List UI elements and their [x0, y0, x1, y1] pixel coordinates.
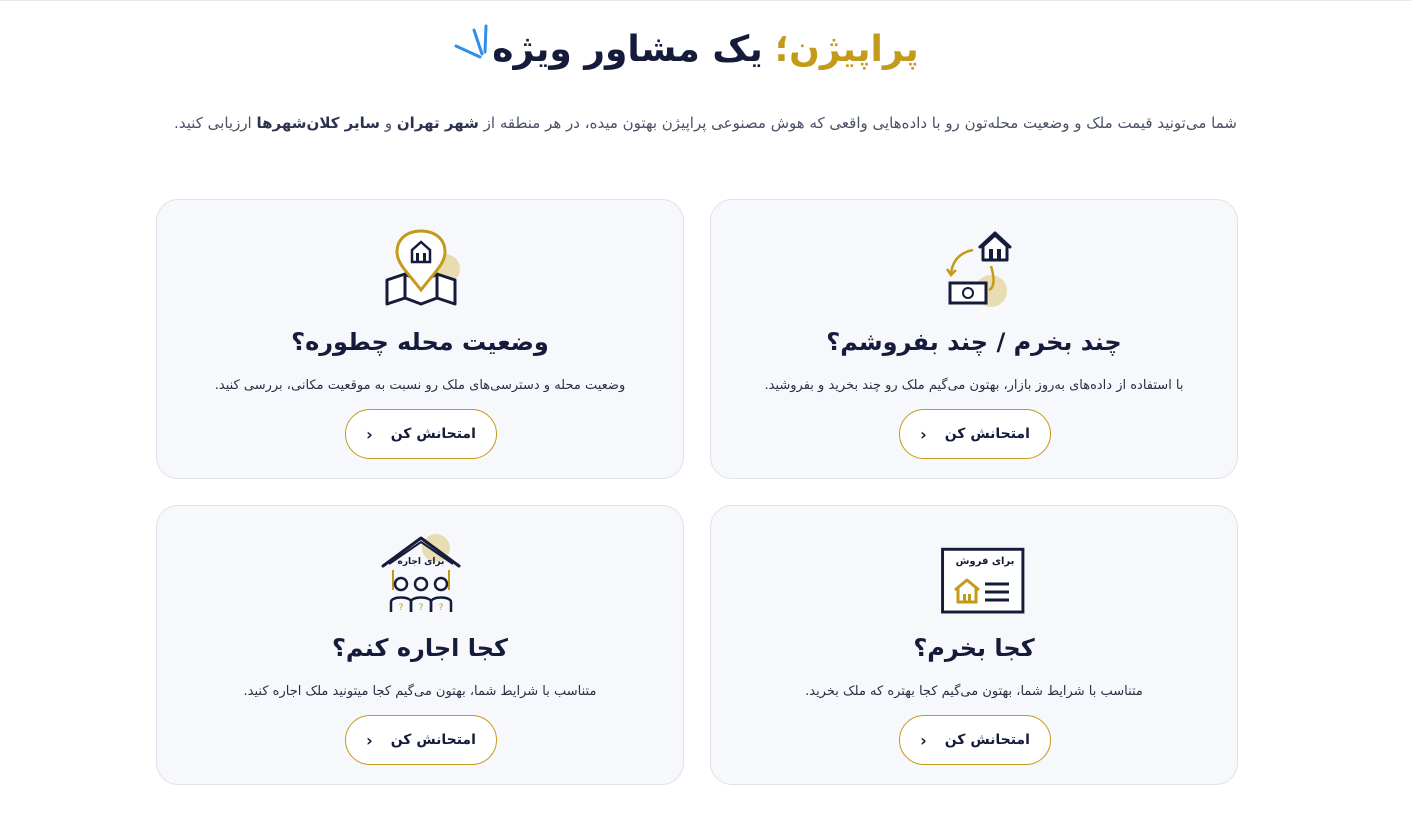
card-description: متناسب با شرایط شما، بهتون می‌گیم کجا می… — [243, 684, 597, 699]
for-rent-text: برای اجاره — [398, 557, 445, 567]
card-description: متناسب با شرایط شما، بهتون می‌گیم کجا به… — [805, 684, 1143, 699]
button-label: امتحانش کن — [944, 426, 1030, 442]
page: پراپیژن؛ یک مشاور ویژه شما می‌تونید قیمت… — [0, 0, 1411, 832]
map-pin-house-icon — [385, 229, 460, 306]
try-it-button[interactable]: امتحانش کن ‹ — [899, 715, 1051, 765]
card-description: با استفاده از داده‌های به‌روز بازار، بهت… — [764, 378, 1184, 393]
subtitle-highlight-cities: سایر کلان‌شهرها — [256, 114, 381, 132]
card-buy-sell-price: چند بخرم / چند بفروشم؟ با استفاده از داد… — [710, 199, 1238, 479]
svg-text:?: ? — [419, 603, 424, 613]
card-where-to-rent: برای اجاره ? ? ? کجا اجاره کنم؟ متناسب ب… — [156, 505, 684, 785]
chevron-left-icon: ‹ — [366, 730, 373, 750]
card-title: چند بخرم / چند بفروشم؟ — [826, 328, 1122, 356]
sparkle-icon — [454, 24, 488, 59]
card-title: کجا اجاره کنم؟ — [332, 634, 508, 662]
try-it-button[interactable]: امتحانش کن ‹ — [899, 409, 1051, 459]
hero-section: پراپیژن؛ یک مشاور ویژه — [0, 24, 1411, 70]
for-rent-house-people-icon: برای اجاره ? ? ? — [381, 534, 461, 613]
subtitle-highlight-tehran: شهر تهران — [396, 114, 479, 132]
svg-text:?: ? — [439, 603, 444, 613]
subtitle-and: و — [384, 114, 393, 132]
top-divider — [0, 0, 1411, 1]
for-sale-sign-icon: برای فروش — [941, 547, 1025, 614]
card-where-to-buy: برای فروش کجا بخرم؟ متناسب با شرایط شما،… — [710, 505, 1238, 785]
hero-subtitle: شما می‌تونید قیمت ملک و وضعیت محله‌تون ر… — [0, 114, 1411, 132]
subtitle-end: ارزیابی کنید. — [174, 114, 252, 132]
button-label: امتحانش کن — [944, 732, 1030, 748]
button-label: امتحانش کن — [390, 426, 476, 442]
svg-text:?: ? — [399, 603, 404, 613]
card-title: وضعیت محله چطوره؟ — [291, 328, 549, 356]
card-neighborhood-status: وضعیت محله چطوره؟ وضعیت محله و دسترسی‌ها… — [156, 199, 684, 479]
page-title: پراپیژن؛ یک مشاور ویژه — [454, 24, 919, 70]
try-it-button[interactable]: امتحانش کن ‹ — [345, 409, 497, 459]
try-it-button[interactable]: امتحانش کن ‹ — [345, 715, 497, 765]
card-title: کجا بخرم؟ — [913, 634, 1035, 662]
chevron-left-icon: ‹ — [920, 424, 927, 444]
house-money-exchange-icon — [945, 231, 1012, 307]
card-description: وضعیت محله و دسترسی‌های ملک رو نسبت به م… — [214, 378, 626, 393]
title-text: یک مشاور ویژه — [492, 29, 763, 70]
for-sale-text: برای فروش — [956, 556, 1015, 567]
chevron-left-icon: ‹ — [366, 424, 373, 444]
subtitle-text: شما می‌تونید قیمت ملک و وضعیت محله‌تون ر… — [483, 114, 1237, 132]
chevron-left-icon: ‹ — [920, 730, 927, 750]
button-label: امتحانش کن — [390, 732, 476, 748]
brand-name: پراپیژن؛ — [774, 29, 919, 70]
